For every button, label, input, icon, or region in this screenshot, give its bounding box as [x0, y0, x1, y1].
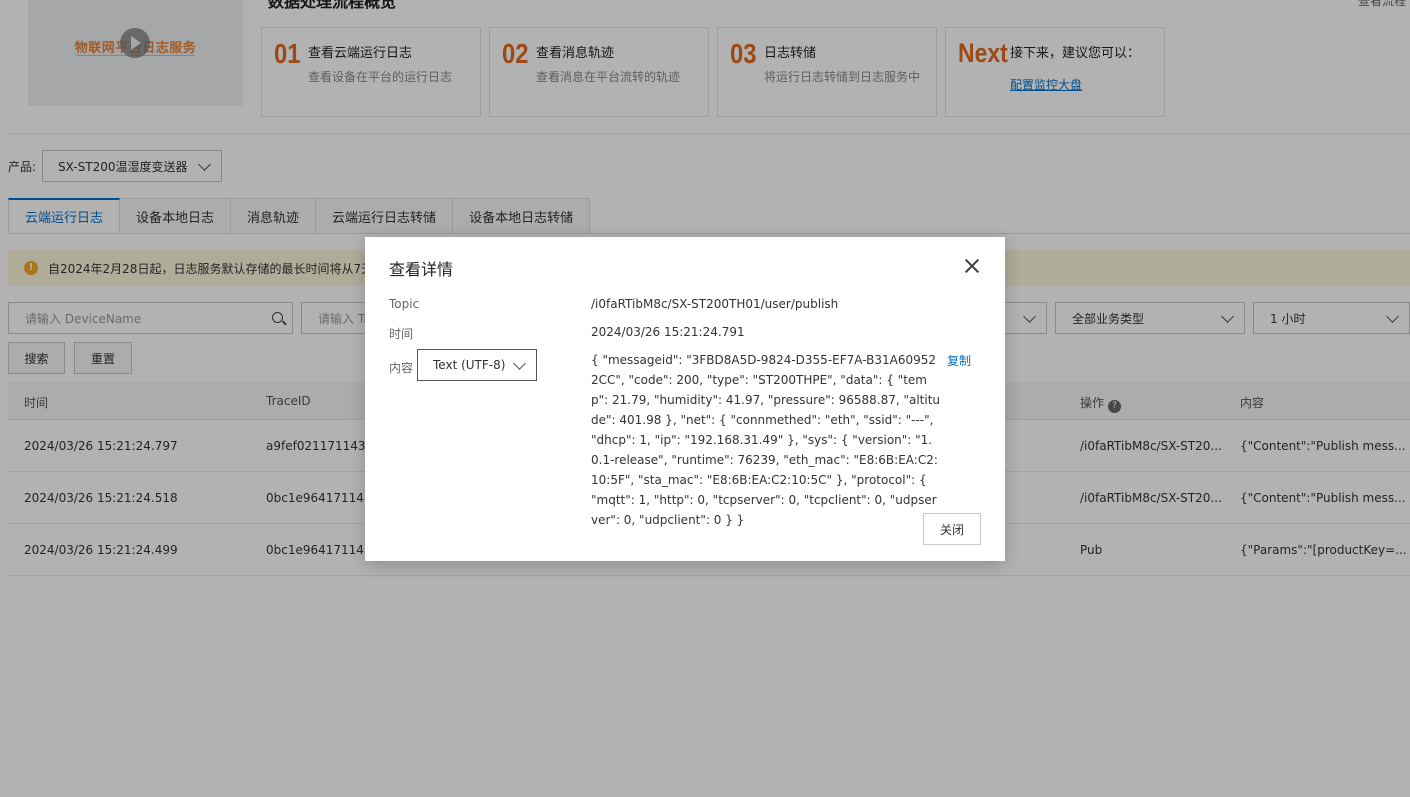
topic-label: Topic — [389, 297, 420, 311]
format-select[interactable]: Text (UTF-8) — [417, 349, 537, 381]
message-content: { "messageid": "3FBD8A5D-9824-D355-EF7A-… — [591, 353, 941, 527]
content-label: 内容 — [389, 361, 414, 375]
close-button[interactable]: 关闭 — [923, 513, 981, 545]
copy-button[interactable]: 复制 — [947, 352, 971, 369]
topic-value: /i0faRTibM8c/SX-ST200TH01/user/publish — [591, 297, 839, 311]
format-select-value: Text (UTF-8) — [433, 358, 506, 372]
detail-dialog: 查看详情 Topic /i0faRTibM8c/SX-ST200TH01/use… — [365, 237, 1005, 561]
dialog-title: 查看详情 — [389, 260, 454, 279]
time-label: 时间 — [389, 327, 414, 341]
close-icon[interactable] — [963, 257, 981, 275]
time-value: 2024/03/26 15:21:24.791 — [591, 325, 745, 339]
chevron-down-icon — [513, 357, 526, 370]
